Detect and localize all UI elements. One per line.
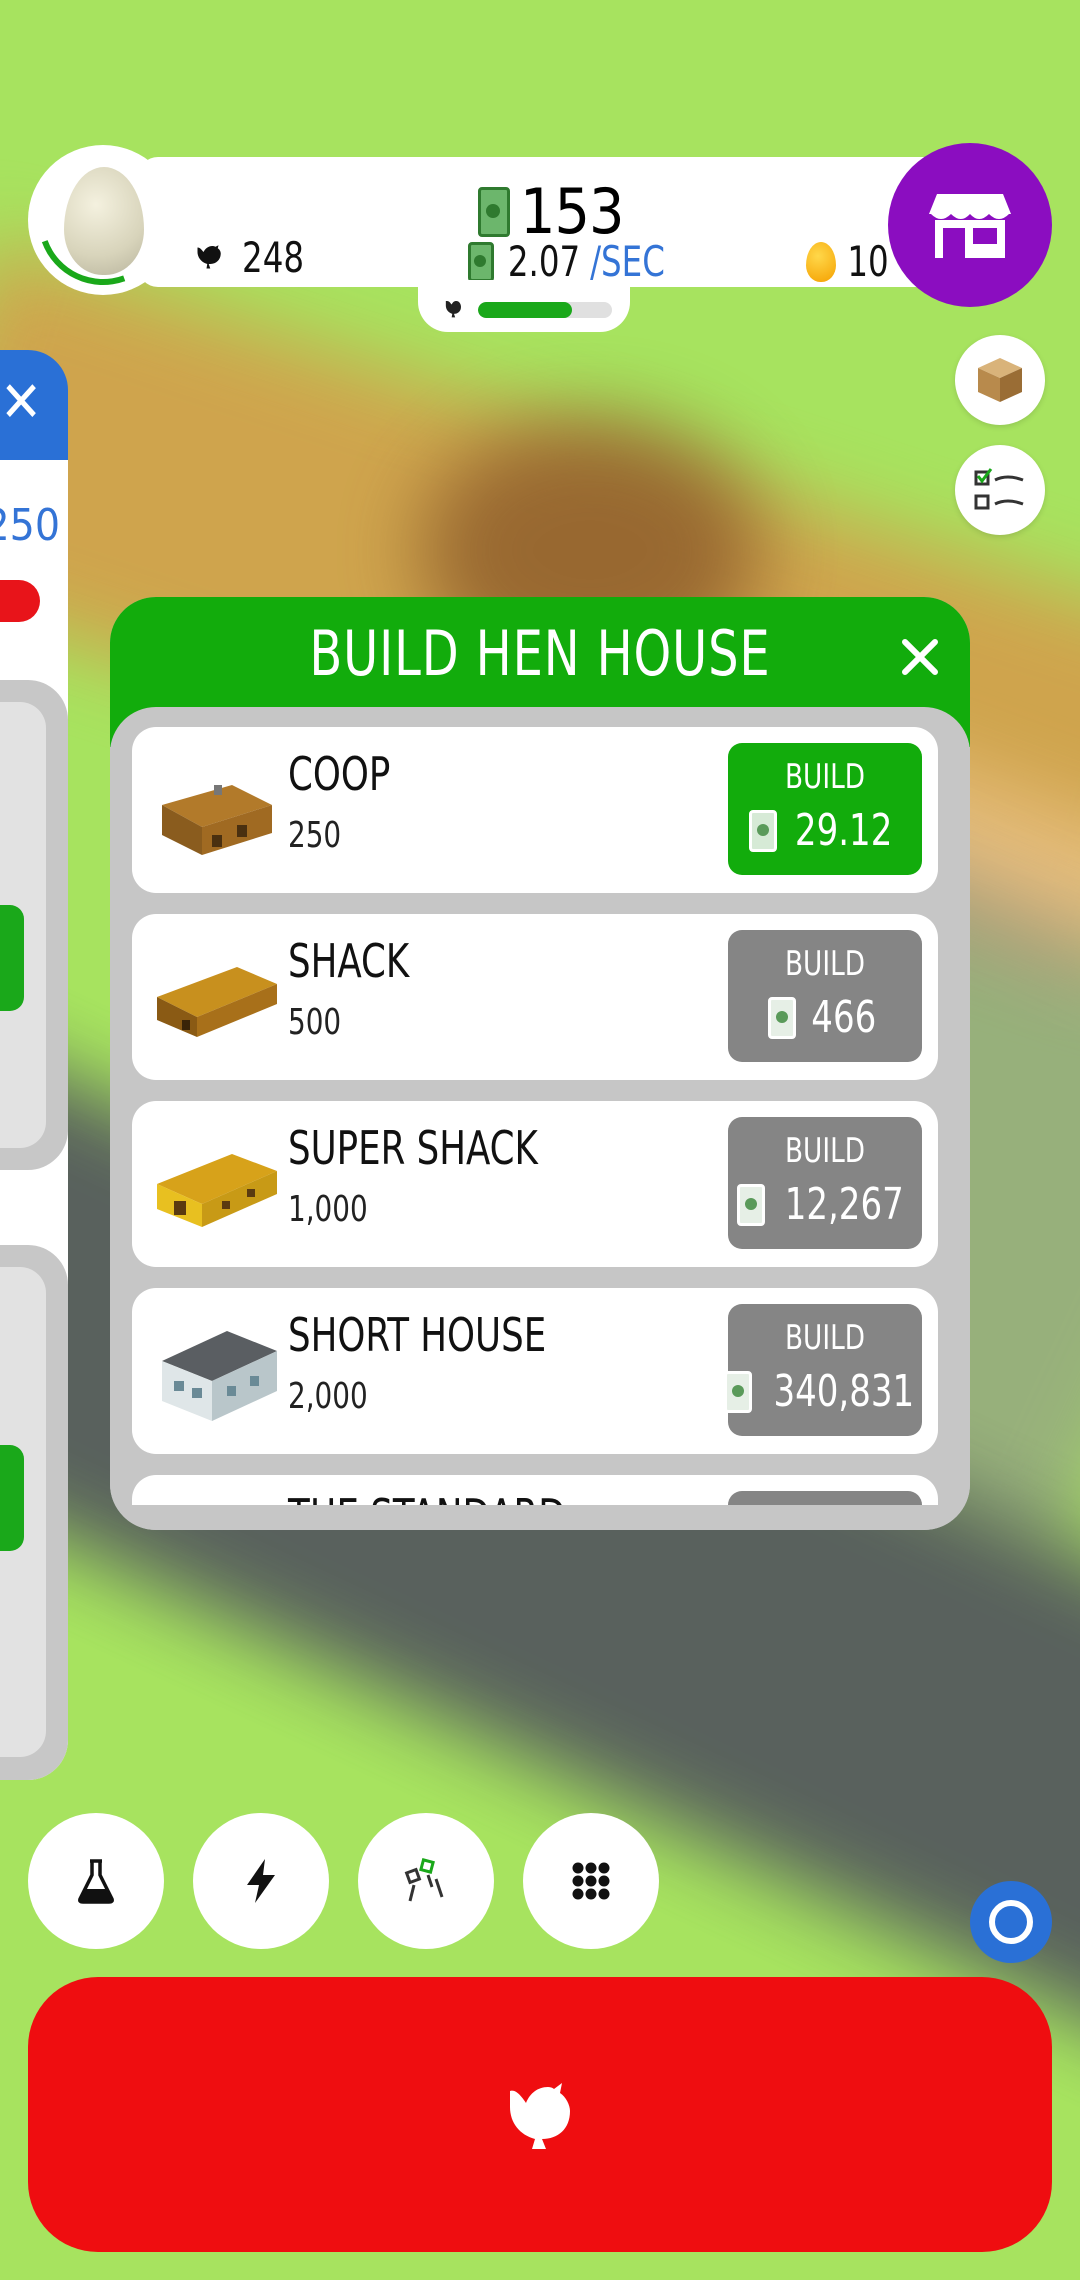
list-item: SUPER SHACK 1,000 BUILD 12,267: [132, 1101, 938, 1267]
camera-toggle-button[interactable]: [970, 1881, 1052, 1963]
modal-body: COOP 250 BUILD 29.12 SHACK 500 BUILD 466…: [110, 707, 970, 1530]
grid-icon: [572, 1862, 610, 1900]
item-name: COOP: [288, 747, 391, 801]
modal-title: BUILD HEN HOUSE: [309, 617, 771, 690]
build-cost: 29.12: [795, 805, 893, 856]
checklist-icon: [974, 468, 1024, 510]
boost-icon: [404, 1858, 444, 1902]
hen-house-list[interactable]: COOP 250 BUILD 29.12 SHACK 500 BUILD 466…: [132, 727, 938, 1505]
left-panel-green-button[interactable]: [0, 905, 24, 1011]
checklist-button[interactable]: [955, 445, 1045, 535]
build-shack-button[interactable]: BUILD 466: [728, 930, 922, 1062]
super-shack-image: [157, 1154, 277, 1227]
cash-small-icon: [468, 241, 494, 282]
chicken-progress-bar: [478, 302, 612, 318]
shop-icon: [929, 194, 1011, 258]
left-panel-red-bar: [0, 580, 40, 622]
chick-icon: [445, 301, 461, 318]
left-panel-close-icon[interactable]: ✕: [0, 370, 42, 435]
item-name: SHACK: [288, 934, 410, 988]
research-button[interactable]: [28, 1813, 164, 1949]
build-cost: 340,831: [773, 1366, 915, 1417]
left-panel-card: [0, 680, 68, 1170]
chicken-icon: [197, 244, 221, 268]
build-coop-button[interactable]: BUILD 29.12: [728, 743, 922, 875]
left-panel-value: 250: [0, 500, 60, 551]
list-item: SHORT HOUSE 2,000 BUILD 340,831: [132, 1288, 938, 1454]
chicken-icon: [510, 2082, 570, 2149]
cash-icon: [724, 1370, 753, 1413]
menu-button[interactable]: [523, 1813, 659, 1949]
flask-icon: [78, 1859, 114, 1904]
circle-icon: [989, 1900, 1033, 1944]
left-panel-card: [0, 1245, 68, 1780]
short-house-image: [162, 1331, 277, 1421]
shop-button[interactable]: [888, 143, 1052, 307]
item-name: SUPER SHACK: [288, 1121, 538, 1175]
top-hud: 153 248 2.07/SEC 10: [16, 133, 988, 307]
box-icon: [978, 358, 1022, 402]
close-icon: [902, 639, 938, 675]
build-the-standard-button[interactable]: [728, 1491, 922, 1505]
cash-icon: [749, 809, 778, 852]
cash-icon: [478, 186, 510, 237]
golden-egg-icon: [806, 241, 836, 282]
coop-image: [162, 785, 272, 855]
cash-icon: [768, 996, 797, 1039]
item-name: SHORT HOUSE: [288, 1308, 547, 1362]
box-button[interactable]: [955, 335, 1045, 425]
build-cost: 466: [811, 992, 877, 1043]
build-cost: 12,267: [784, 1179, 904, 1230]
item-capacity: 500: [288, 1002, 342, 1043]
epic-research-button[interactable]: [358, 1813, 494, 1949]
list-item: COOP 250 BUILD 29.12: [132, 727, 938, 893]
list-item: SHACK 500 BUILD 466: [132, 914, 938, 1080]
modal-close-button[interactable]: [890, 627, 950, 687]
boost-button[interactable]: [193, 1813, 329, 1949]
chicken-progress-fill: [478, 302, 572, 318]
left-panel-header: ✕: [0, 350, 68, 460]
earning-rate: 2.07/SEC: [468, 237, 671, 286]
egg-button[interactable]: [16, 133, 190, 307]
chicken-count: 248: [193, 233, 309, 282]
chicken-progress-tab: [418, 280, 630, 332]
item-name: THE STANDARD: [288, 1489, 566, 1505]
item-capacity: 2,000: [288, 1376, 368, 1417]
cash-icon: [736, 1183, 765, 1226]
left-panel-green-button[interactable]: [0, 1445, 24, 1551]
build-short-house-button[interactable]: BUILD 340,831: [724, 1304, 922, 1436]
build-hen-house-modal: BUILD HEN HOUSE COOP 250 BUILD 29.12 SHA…: [110, 597, 970, 1530]
item-capacity: 250: [288, 815, 342, 856]
build-super-shack-button[interactable]: BUILD 12,267: [728, 1117, 922, 1249]
golden-egg-count: 10: [806, 237, 892, 286]
hatch-chicken-button[interactable]: [28, 1977, 1052, 2252]
item-capacity: 1,000: [288, 1189, 368, 1230]
shack-image: [157, 967, 277, 1037]
lightning-icon: [247, 1859, 275, 1903]
list-item: THE STANDARD: [132, 1475, 938, 1505]
left-side-panel: ✕ 250: [0, 350, 68, 1780]
